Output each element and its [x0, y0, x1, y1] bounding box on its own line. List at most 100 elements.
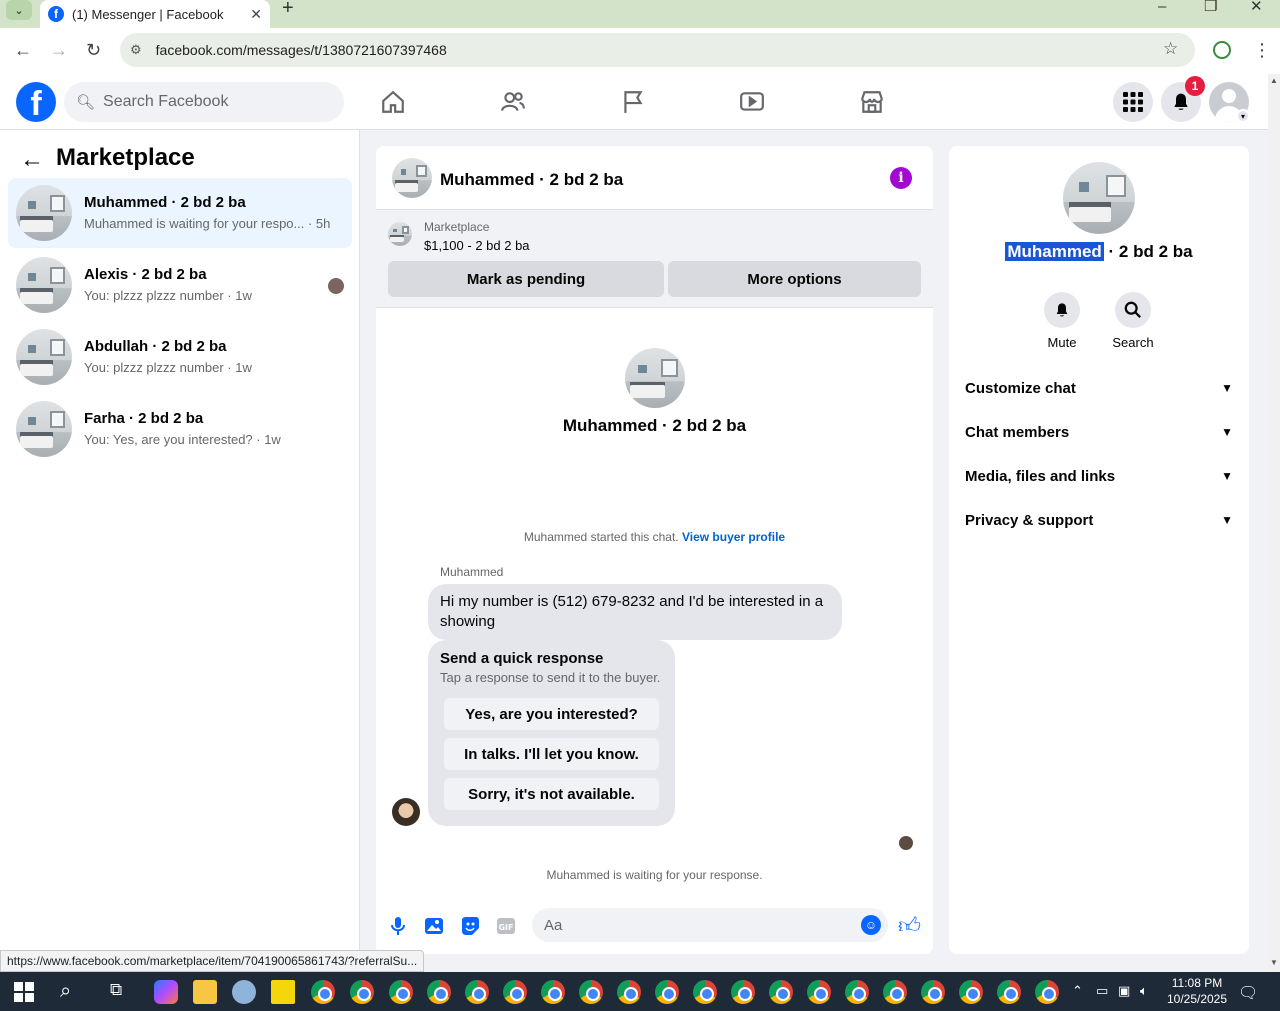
taskbar-clock[interactable]: 11:08 PM 10/25/2025	[1162, 975, 1232, 1007]
chrome-taskbar-icon[interactable]	[769, 980, 793, 1004]
chrome-taskbar-icon-active[interactable]	[1035, 980, 1059, 1004]
windows-start-icon[interactable]	[14, 982, 34, 1002]
chrome-taskbar-icon[interactable]	[693, 980, 717, 1004]
chrome-taskbar-icon[interactable]	[731, 980, 755, 1004]
browser-profile-icon[interactable]	[1213, 41, 1231, 59]
back-arrow-icon[interactable]: ←	[14, 40, 32, 61]
notification-center-icon[interactable]: 🗨︎	[1238, 983, 1258, 1003]
volume-icon[interactable]: 🔈︎	[1140, 983, 1148, 999]
quick-reply-button[interactable]: Yes, are you interested?	[444, 698, 659, 730]
network-icon[interactable]: ▣	[1118, 983, 1130, 999]
tab-search-dropdown[interactable]: ⌄	[6, 0, 32, 20]
sticky-notes-icon[interactable]	[271, 980, 295, 1004]
chrome-taskbar-icon[interactable]	[427, 980, 451, 1004]
task-view-icon[interactable]: ⧉	[110, 980, 122, 1000]
chrome-taskbar-icon[interactable]	[579, 980, 603, 1004]
pages-flag-nav-icon[interactable]	[618, 88, 648, 116]
sticker-icon[interactable]	[458, 914, 482, 938]
marketplace-nav-icon[interactable]	[857, 88, 887, 116]
browser-tab[interactable]: f (1) Messenger | Facebook ✕	[40, 0, 270, 28]
chrome-taskbar-icon[interactable]	[617, 980, 641, 1004]
chevron-down-icon: ▼	[1221, 469, 1233, 483]
listing-thumbnail	[16, 401, 72, 457]
chrome-taskbar-icon[interactable]	[465, 980, 489, 1004]
emoji-icon[interactable]: ☺	[861, 915, 881, 935]
quick-reply-button[interactable]: In talks. I'll let you know.	[444, 738, 659, 770]
scroll-up-icon[interactable]: ▲	[1270, 76, 1278, 85]
chat-members-row[interactable]: Chat members ▼	[965, 412, 1233, 452]
chat-header: Muhammed · 2 bd 2 ba i	[376, 146, 933, 210]
chrome-taskbar-icon[interactable]	[921, 980, 945, 1004]
snipping-tool-icon[interactable]	[232, 980, 256, 1004]
home-nav-icon[interactable]	[378, 88, 408, 116]
restore-icon[interactable]: ❐	[1204, 0, 1217, 14]
conversation-profile-name: Muhammed · 2 bd 2 ba	[562, 416, 747, 435]
info-icon[interactable]: i	[890, 167, 912, 189]
chrome-taskbar-icon[interactable]	[503, 980, 527, 1004]
chat-thumbnail[interactable]	[392, 158, 432, 198]
chrome-taskbar-icon[interactable]	[997, 980, 1021, 1004]
chrome-taskbar-icon[interactable]	[311, 980, 335, 1004]
listing-mini-thumbnail[interactable]	[388, 222, 412, 246]
privacy-support-row[interactable]: Privacy & support ▼	[965, 500, 1233, 540]
scroll-down-icon[interactable]: ▼	[1270, 958, 1278, 967]
view-buyer-profile-link[interactable]: View buyer profile	[682, 530, 785, 544]
search-action[interactable]: Search	[1103, 292, 1163, 350]
reload-icon[interactable]: ↻	[86, 40, 101, 61]
bell-icon	[1174, 93, 1188, 110]
gif-icon[interactable]: GIF	[494, 914, 518, 938]
chrome-taskbar-icon[interactable]	[389, 980, 413, 1004]
tray-device-icon[interactable]: ▭	[1096, 983, 1108, 999]
customize-chat-row[interactable]: Customize chat ▼	[965, 368, 1233, 408]
bookmark-star-icon[interactable]: ☆	[1163, 39, 1178, 59]
address-bar[interactable]: ⚙ facebook.com/messages/t/13807216073974…	[120, 33, 1195, 67]
video-nav-icon[interactable]	[737, 88, 767, 116]
friends-nav-icon[interactable]	[498, 88, 528, 116]
forward-arrow-icon[interactable]: →	[50, 40, 68, 61]
microphone-icon[interactable]	[386, 914, 410, 938]
facebook-search-input[interactable]: 🔍︎ Search Facebook	[64, 82, 344, 122]
new-tab-button[interactable]: +	[282, 0, 294, 18]
conversation-item-alexis[interactable]: Alexis · 2 bd 2 ba You: plzzz plzzz numb…	[8, 250, 352, 320]
chat-panel: Muhammed · 2 bd 2 ba i Marketplace $1,10…	[376, 146, 933, 954]
chat-title[interactable]: Muhammed · 2 bd 2 ba	[440, 170, 623, 190]
account-chevron-icon[interactable]: ▾	[1236, 109, 1250, 123]
info-name-rest: · 2 bd 2 ba	[1103, 242, 1193, 261]
facebook-logo-icon[interactable]: f	[16, 82, 56, 122]
window-close-icon[interactable]: ✕	[1250, 0, 1263, 14]
mark-as-pending-button[interactable]: Mark as pending	[388, 261, 664, 297]
file-explorer-icon[interactable]	[193, 980, 217, 1004]
mute-action[interactable]: Mute	[1032, 292, 1092, 350]
listing-price[interactable]: $1,100 - 2 bd 2 ba	[424, 238, 530, 253]
chrome-taskbar-icon[interactable]	[883, 980, 907, 1004]
chevron-down-icon: ▼	[1221, 425, 1233, 439]
chrome-taskbar-icon[interactable]	[655, 980, 679, 1004]
chrome-taskbar-icon[interactable]	[845, 980, 869, 1004]
media-files-links-row[interactable]: Media, files and links ▼	[965, 456, 1233, 496]
row-label: Customize chat	[965, 379, 1076, 397]
quick-reply-button[interactable]: Sorry, it's not available.	[444, 778, 659, 810]
page-scrollbar[interactable]: ▲ ▼	[1268, 74, 1280, 972]
minimize-icon[interactable]: –	[1158, 0, 1166, 14]
browser-tab-bar: ⌄ f (1) Messenger | Facebook ✕ + – ❐ ✕	[0, 0, 1280, 28]
more-options-button[interactable]: More options	[668, 261, 921, 297]
menu-grid-button[interactable]	[1113, 82, 1153, 122]
taskbar-search-icon[interactable]: ⌕	[60, 980, 71, 1003]
photo-icon[interactable]	[422, 914, 446, 938]
chrome-taskbar-icon[interactable]	[959, 980, 983, 1004]
conversation-item-farha[interactable]: Farha · 2 bd 2 ba You: Yes, are you inte…	[8, 394, 352, 464]
conversation-item-muhammed[interactable]: Muhammed · 2 bd 2 ba Muhammed is waiting…	[8, 178, 352, 248]
back-arrow-icon[interactable]: ←	[20, 146, 44, 174]
chrome-taskbar-icon[interactable]	[541, 980, 565, 1004]
conversation-item-abdullah[interactable]: Abdullah · 2 bd 2 ba You: plzzz plzzz nu…	[8, 322, 352, 392]
mute-label: Mute	[1047, 335, 1077, 350]
tray-overflow-icon[interactable]: ⌃	[1072, 983, 1083, 999]
like-thumbs-up-icon[interactable]: 👍︎	[898, 912, 921, 939]
message-input[interactable]	[532, 908, 888, 942]
browser-menu-icon[interactable]: ⋮	[1253, 40, 1271, 61]
tab-close-icon[interactable]: ✕	[250, 6, 262, 23]
chrome-taskbar-icon[interactable]	[350, 980, 374, 1004]
site-settings-icon[interactable]: ⚙	[130, 42, 142, 58]
chrome-taskbar-icon[interactable]	[807, 980, 831, 1004]
copilot-icon[interactable]	[154, 980, 178, 1004]
